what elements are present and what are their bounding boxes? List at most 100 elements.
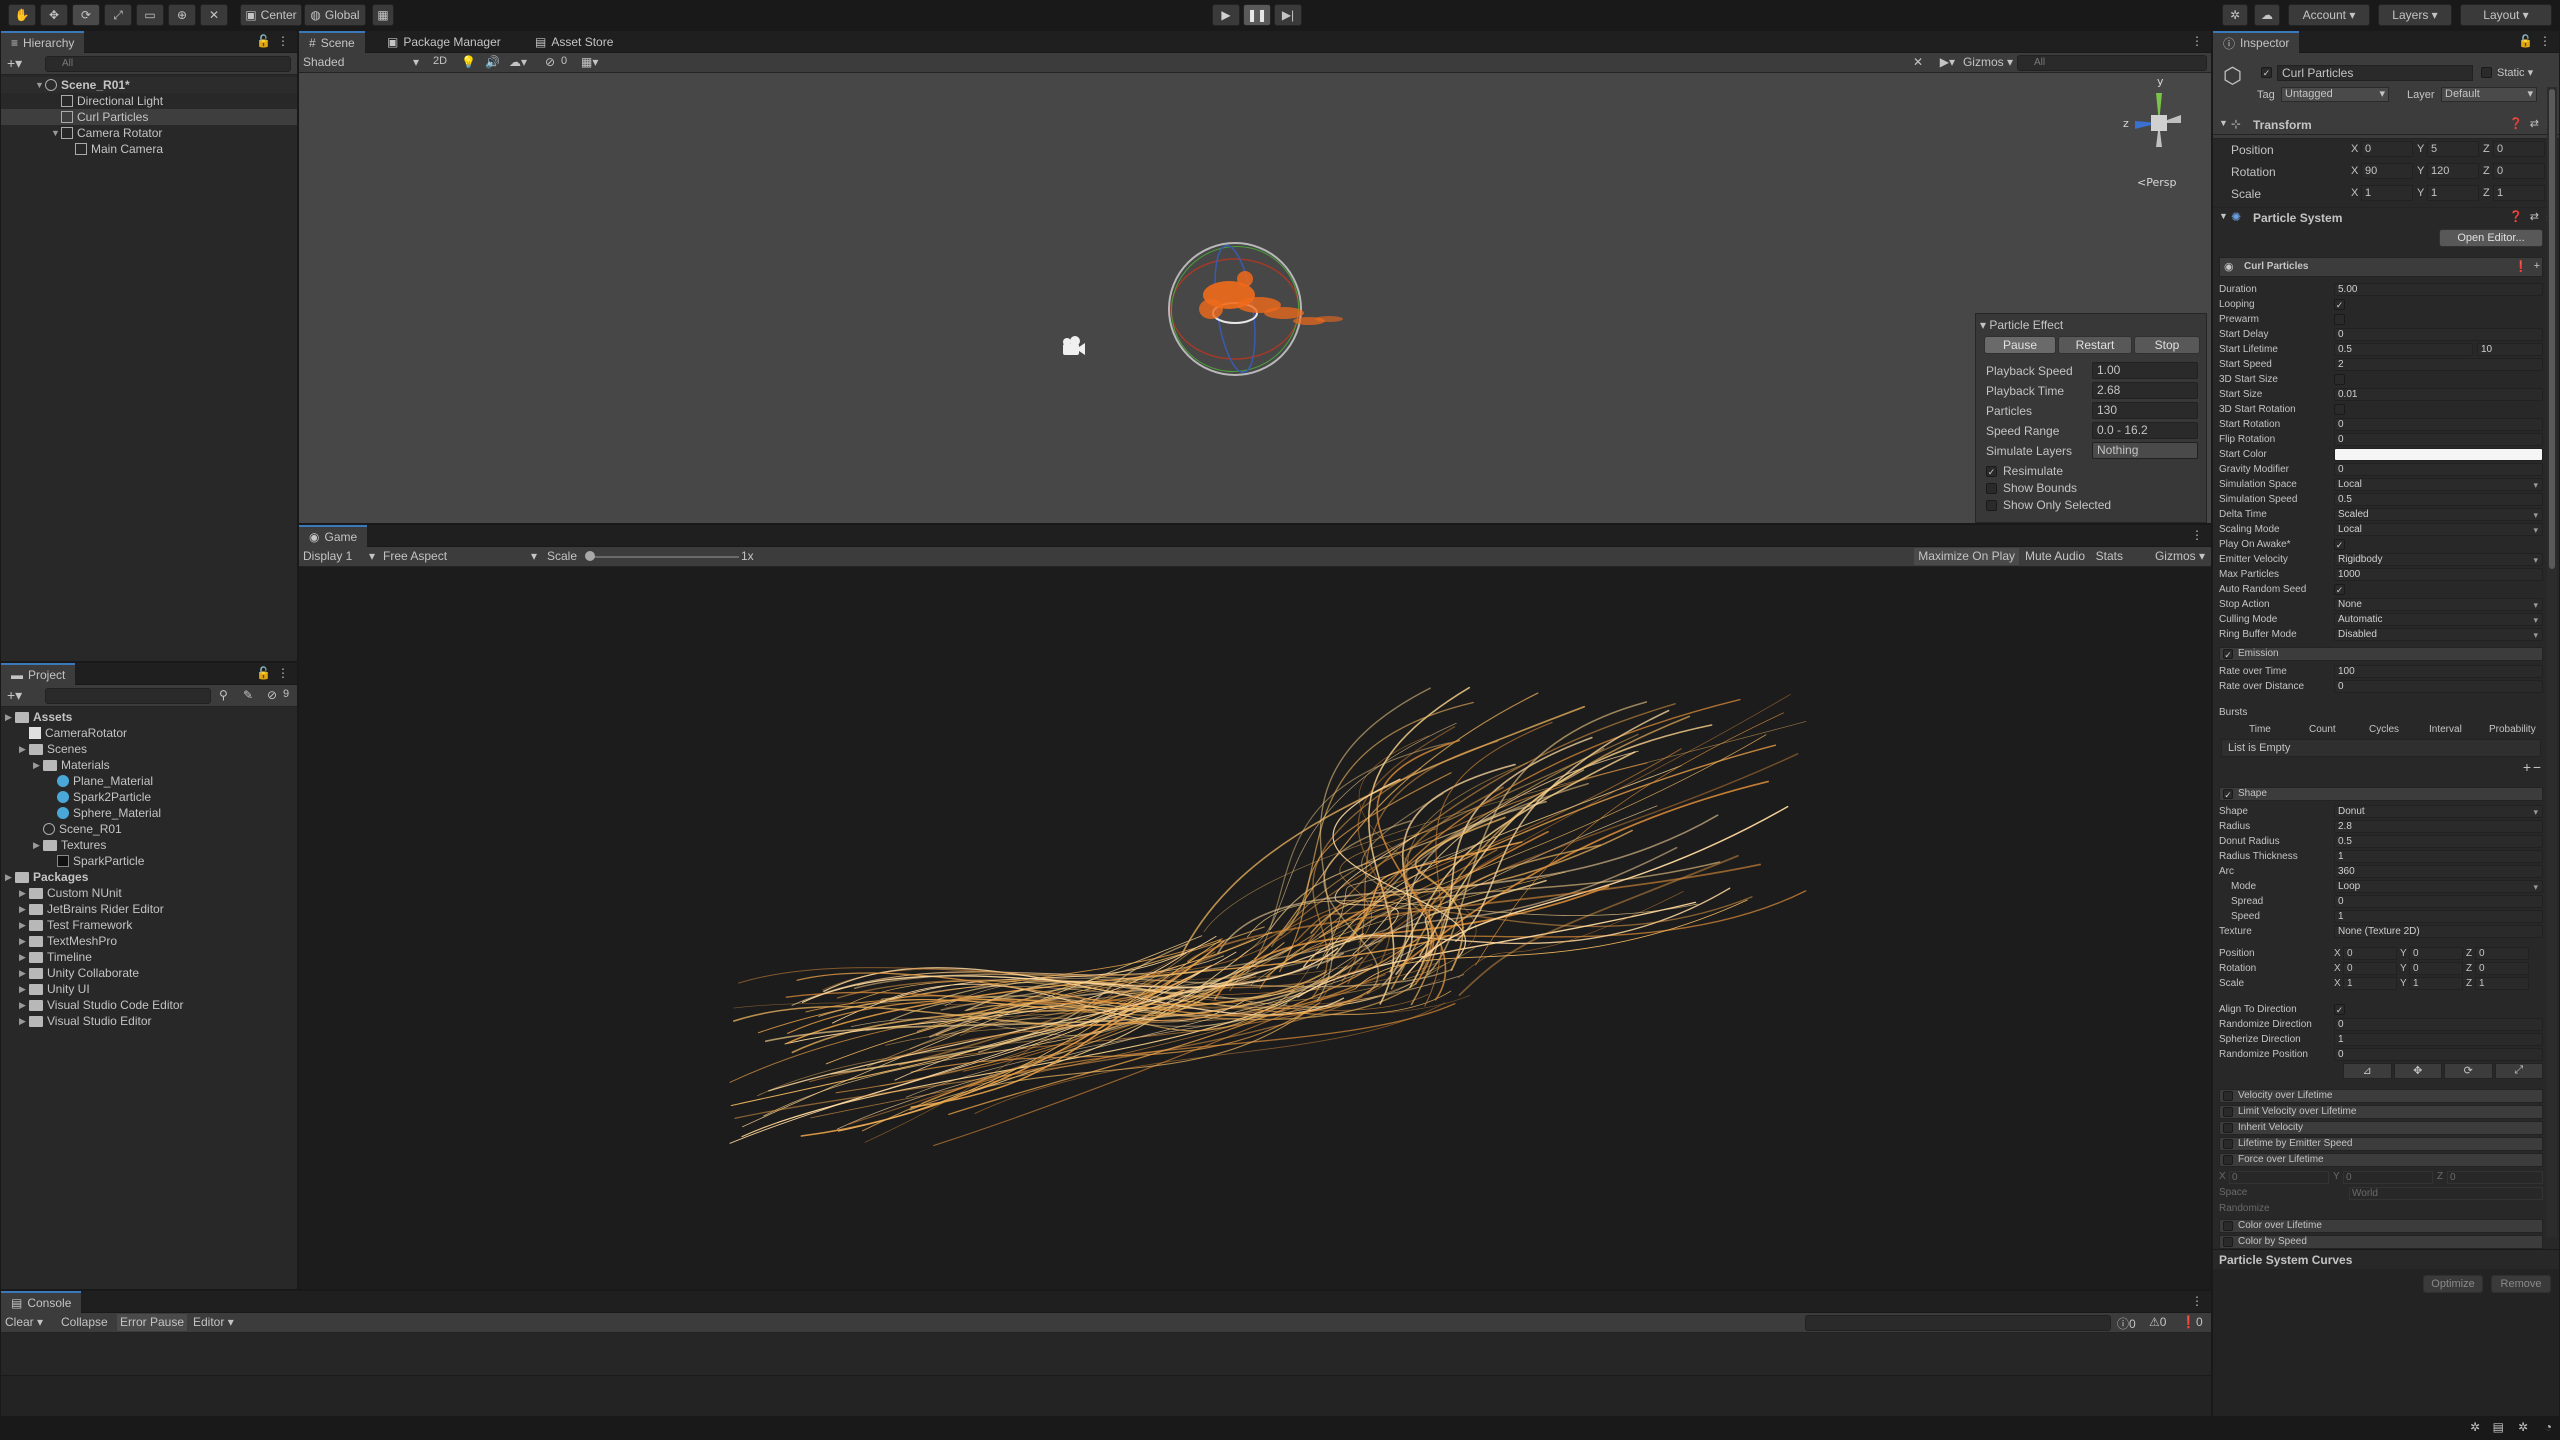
field-value[interactable]: 1 [2334, 910, 2543, 923]
more-menu-icon[interactable]: ⋮ [2191, 34, 2203, 48]
project-tree-item[interactable]: ▶ Assets [1, 709, 297, 725]
shape-z-field[interactable]: 0 [2475, 962, 2529, 975]
particle-effect-option[interactable]: Show Only Selected [1986, 498, 2111, 512]
force-x-field[interactable]: 0 [2229, 1171, 2329, 1184]
tab-asset-store[interactable]: ▤ Asset Store [525, 31, 623, 53]
tab-game[interactable]: ◉ Game [299, 525, 368, 547]
option-checkbox[interactable] [1986, 482, 1997, 494]
field-value[interactable]: 1 [2334, 1033, 2543, 1046]
log-filter-toggle[interactable]: ⓘ0 [2117, 1315, 2136, 1332]
preset-icon[interactable]: ⇄ [2530, 117, 2539, 130]
gizmos-dropdown[interactable]: Gizmos ▾ [1963, 55, 2013, 69]
static-dropdown[interactable]: Static ▾ [2497, 66, 2533, 79]
scale-slider-thumb[interactable] [585, 551, 595, 561]
field-value[interactable]: 0.5 [2334, 493, 2543, 506]
curves-editor[interactable]: Optimize Remove [2213, 1269, 2559, 1417]
field-value[interactable]: 0 [2334, 418, 2543, 431]
transform-y-field[interactable]: 1 [2427, 185, 2479, 201]
field-value[interactable]: 1000 [2334, 568, 2543, 581]
transform-z-field[interactable]: 1 [2493, 185, 2545, 201]
hierarchy-item[interactable]: ▼ Camera Rotator [1, 125, 297, 141]
particle-effect-option[interactable]: Show Bounds [1986, 481, 2077, 495]
tag-dropdown[interactable]: Untagged ▾ [2281, 87, 2389, 102]
project-tree-item[interactable]: Sphere_Material [1, 805, 297, 821]
project-tree-item[interactable]: ▶ Scenes [1, 741, 297, 757]
more-menu-icon[interactable]: ⋮ [2191, 528, 2203, 542]
field-value[interactable]: 360 [2334, 865, 2543, 878]
expand-arrow-icon[interactable]: ▶ [5, 712, 15, 723]
field-value[interactable]: 0 [2334, 1048, 2543, 1061]
particle-effect-option[interactable]: ✓ Resimulate [1986, 464, 2063, 478]
alert-icon[interactable]: ❗ [2514, 260, 2528, 273]
project-search-input[interactable] [45, 688, 211, 704]
account-dropdown[interactable]: Account ▾ [2288, 4, 2370, 26]
particle-effect-row-value[interactable]: 2.68 [2092, 382, 2198, 399]
game-gizmos-dropdown[interactable]: Gizmos ▾ [2155, 549, 2205, 563]
projection-label[interactable]: <Persp [2137, 176, 2176, 189]
project-tree-item[interactable]: ▶ Test Framework [1, 917, 297, 933]
particle-gizmo[interactable] [1149, 223, 1343, 394]
expand-arrow-icon[interactable]: ▶ [19, 936, 29, 947]
transform-x-field[interactable]: 0 [2361, 141, 2413, 157]
play-button[interactable]: ▶ [1212, 4, 1240, 26]
shape-z-field[interactable]: 0 [2475, 947, 2529, 960]
field-value-max[interactable]: 10 [2477, 343, 2543, 356]
emission-module-header[interactable]: ✓ Emission [2219, 647, 2543, 661]
field-value[interactable]: 0 [2334, 1018, 2543, 1031]
more-menu-icon[interactable]: ⋮ [2539, 34, 2551, 48]
field-value[interactable]: Automatic [2334, 613, 2543, 626]
tab-scene[interactable]: # Scene [299, 31, 365, 53]
field-value[interactable]: 0.5 [2334, 343, 2473, 356]
project-tree-item[interactable]: Scene_R01 [1, 821, 297, 837]
step-button[interactable]: ▶| [1274, 4, 1302, 26]
filter-label-icon[interactable]: ✎ [243, 688, 253, 702]
field-checkbox[interactable]: ✓ [2334, 584, 2345, 595]
field-value[interactable]: 0 [2334, 433, 2543, 446]
shape-module-header[interactable]: ✓ Shape [2219, 787, 2543, 801]
inspector-scrollbar[interactable] [2547, 87, 2557, 1237]
add-icon[interactable]: + [2534, 260, 2540, 272]
remove-curve-button[interactable]: Remove [2491, 1275, 2551, 1293]
hierarchy-search-input[interactable]: All [45, 56, 291, 72]
shape-x-field[interactable]: 0 [2343, 962, 2397, 975]
pivot-center-button[interactable]: ▣ Center [240, 4, 302, 26]
scene-search-input[interactable]: All [2017, 55, 2207, 71]
lighting-icon[interactable]: 💡 [461, 55, 476, 69]
field-value[interactable]: Scaled [2334, 508, 2543, 521]
field-value[interactable]: None (Texture 2D) [2334, 925, 2543, 938]
tools-icon[interactable]: ✕ [1913, 55, 1923, 69]
pause-effect-button[interactable]: Pause [1984, 336, 2056, 354]
field-value[interactable]: Donut [2334, 805, 2543, 818]
scale-shape-button[interactable]: ⤢ [2494, 1063, 2543, 1079]
bug-icon[interactable]: ✲ [2470, 1420, 2480, 1434]
error-filter-toggle[interactable]: ❗0 [2181, 1315, 2203, 1329]
scale-slider[interactable] [589, 556, 739, 558]
tab-package-manager[interactable]: ▣ Package Manager [377, 31, 511, 53]
tab-inspector[interactable]: ⓘ Inspector [2213, 31, 2300, 53]
filter-type-icon[interactable]: ⚲ [219, 688, 228, 702]
restart-effect-button[interactable]: Restart [2058, 336, 2132, 354]
grid-snap-button[interactable]: ▦ [372, 4, 394, 26]
preset-icon[interactable]: ⇄ [2530, 210, 2539, 223]
visibility-icon[interactable]: ⊘ [545, 55, 555, 69]
module-header[interactable]: Force over Lifetime [2219, 1153, 2543, 1167]
field-checkbox[interactable] [2334, 314, 2345, 325]
layers-dropdown[interactable]: Layers ▾ [2378, 4, 2452, 26]
field-value[interactable]: Loop [2334, 880, 2543, 893]
field-value[interactable]: 5.00 [2334, 283, 2543, 296]
add-icon[interactable]: +▾ [7, 687, 22, 704]
expand-arrow-icon[interactable]: ▼ [2219, 118, 2228, 128]
hierarchy-item-selected[interactable]: Curl Particles [1, 109, 297, 125]
edit-shape-button[interactable]: ⊿ [2343, 1063, 2392, 1079]
module-header[interactable]: Lifetime by Emitter Speed [2219, 1137, 2543, 1151]
expand-arrow-icon[interactable]: ▼ [51, 128, 61, 138]
project-tree-item[interactable]: ▶ Materials [1, 757, 297, 773]
expand-arrow-icon[interactable]: ▶ [19, 888, 29, 899]
expand-arrow-icon[interactable]: ▼ [2219, 211, 2228, 221]
game-render[interactable] [299, 567, 2211, 1289]
project-tree-item[interactable]: CameraRotator [1, 725, 297, 741]
option-checkbox[interactable] [1986, 499, 1997, 511]
field-value[interactable]: 0 [2334, 463, 2543, 476]
mode-2d-toggle[interactable]: 2D [429, 55, 451, 71]
field-checkbox[interactable]: ✓ [2334, 299, 2345, 310]
